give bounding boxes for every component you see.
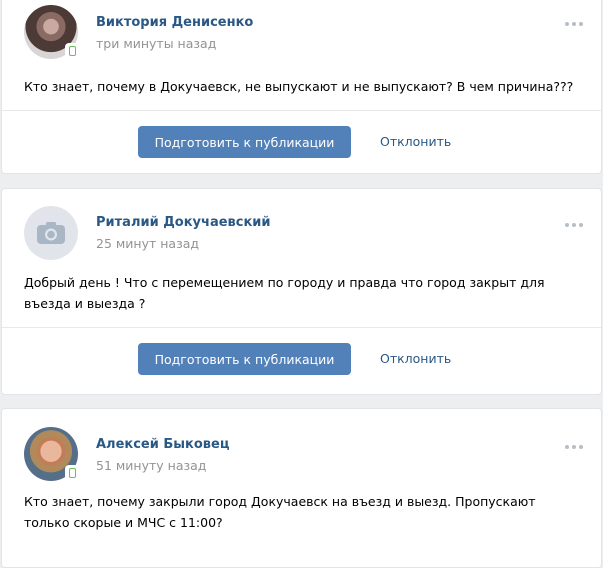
post-text: Кто знает, почему закрыли город Докучаев… (24, 494, 536, 530)
post-header: Алексей Быковец 51 минуту назад (2, 409, 601, 485)
reject-button[interactable]: Отклонить (380, 351, 451, 366)
camera-placeholder-icon (37, 222, 65, 244)
post-time[interactable]: три минуты назад (96, 36, 216, 51)
post-card: Алексей Быковец 51 минуту назад Кто знае… (1, 408, 602, 568)
mobile-icon (65, 43, 79, 59)
post-author[interactable]: Виктория Денисенко (96, 15, 253, 30)
post-actions: Подготовить к публикации Отклонить (2, 111, 601, 175)
publish-button[interactable]: Подготовить к публикации (138, 126, 351, 158)
post-actions: Подготовить к публикации Отклонить (2, 328, 601, 392)
avatar[interactable] (24, 206, 78, 260)
post-author[interactable]: Риталий Докучаевский (96, 215, 271, 230)
post-time[interactable]: 25 минут назад (96, 236, 199, 251)
mobile-icon (65, 465, 79, 481)
post-author[interactable]: Алексей Быковец (96, 437, 229, 452)
post-card: Риталий Докучаевский 25 минут назад Добр… (1, 188, 602, 395)
publish-button[interactable]: Подготовить к публикации (138, 343, 351, 375)
post-card: Виктория Денисенко три минуты назад Кто … (1, 0, 602, 174)
post-header: Виктория Денисенко три минуты назад (2, 0, 601, 73)
more-options-icon[interactable] (565, 445, 583, 449)
post-text: Добрый день ! Что с перемещением по горо… (24, 275, 545, 311)
more-options-icon[interactable] (565, 22, 583, 26)
post-header: Риталий Докучаевский 25 минут назад (2, 189, 601, 265)
post-time[interactable]: 51 минуту назад (96, 458, 206, 473)
reject-button[interactable]: Отклонить (380, 134, 451, 149)
more-options-icon[interactable] (565, 223, 583, 227)
post-text: Кто знает, почему в Докучаевск, не выпус… (24, 79, 574, 94)
